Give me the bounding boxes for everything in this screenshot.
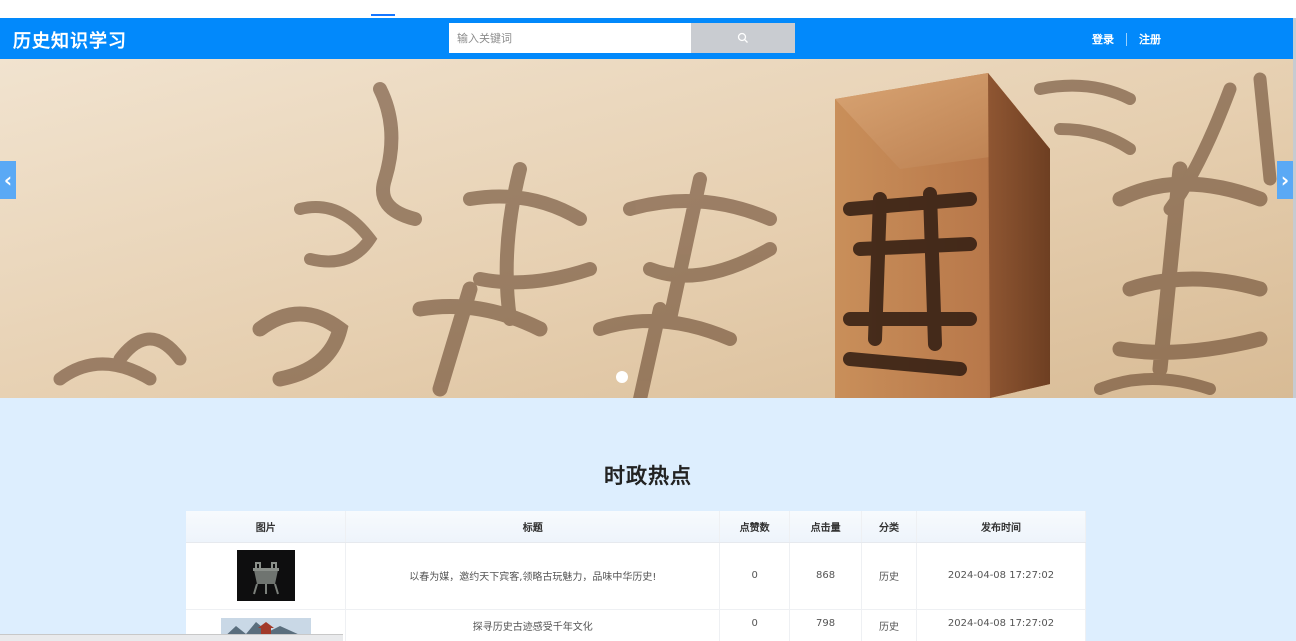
browser-status-bar bbox=[0, 634, 343, 641]
likes-cell: 0 bbox=[719, 542, 791, 610]
column-header: 图片 bbox=[186, 511, 347, 543]
carousel-prev-button[interactable]: ‹ bbox=[0, 161, 16, 199]
chevron-left-icon: ‹ bbox=[3, 168, 13, 192]
column-header: 分类 bbox=[861, 511, 918, 543]
login-link[interactable]: 登录 bbox=[1092, 31, 1114, 47]
title-cell[interactable]: 以春为媒，邀约天下宾客,领略古玩魅力，品味中华历史! bbox=[345, 542, 721, 610]
search-input[interactable] bbox=[449, 23, 691, 53]
banner-image bbox=[0, 59, 1293, 398]
clicks-cell: 868 bbox=[789, 542, 863, 610]
category-cell: 历史 bbox=[861, 609, 918, 641]
carousel-next-button[interactable]: › bbox=[1277, 161, 1293, 199]
published-cell: 2024-04-08 17:27:02 bbox=[916, 609, 1086, 641]
search-icon bbox=[737, 32, 748, 43]
bronze-vessel-thumbnail[interactable] bbox=[236, 550, 295, 601]
carousel-dot[interactable] bbox=[616, 371, 628, 383]
search-box bbox=[449, 23, 795, 53]
news-table: 图片 标题 点赞数 点击量 分类 发布时间 以春为媒，邀约天下宾客,领略古玩魅力… bbox=[186, 511, 1086, 641]
clicks-cell: 798 bbox=[789, 609, 863, 641]
image-cell bbox=[186, 542, 347, 610]
auth-links: 登录 注册 bbox=[1092, 31, 1161, 47]
site-brand[interactable]: 历史知识学习 bbox=[13, 27, 127, 53]
published-cell: 2024-04-08 17:27:02 bbox=[916, 542, 1086, 610]
section-title: 时政热点 bbox=[604, 464, 692, 488]
register-link[interactable]: 注册 bbox=[1139, 31, 1161, 47]
column-header[interactable]: 标题 bbox=[345, 511, 721, 543]
active-tab-indicator bbox=[371, 14, 395, 16]
hero-carousel[interactable]: ‹ › bbox=[0, 59, 1293, 398]
table-row[interactable]: 以春为媒，邀约天下宾客,领略古玩魅力，品味中华历史! 0 868 历史 2024… bbox=[186, 542, 1086, 610]
chevron-right-icon: › bbox=[1280, 168, 1290, 192]
auth-divider bbox=[1126, 32, 1127, 46]
search-button[interactable] bbox=[691, 23, 795, 53]
column-header[interactable]: 点击量 bbox=[789, 511, 863, 543]
browser-top-strip bbox=[0, 0, 1296, 18]
top-navbar: 历史知识学习 登录 注册 bbox=[0, 18, 1293, 59]
main-content: 时政热点 图片 标题 点赞数 点击量 分类 发布时间 以春为媒，邀约天下宾客,领… bbox=[0, 398, 1296, 641]
column-header[interactable]: 发布时间 bbox=[916, 511, 1086, 543]
title-cell[interactable]: 探寻历史古迹感受千年文化 bbox=[345, 609, 721, 641]
likes-cell: 0 bbox=[719, 609, 791, 641]
table-header-row: 图片 标题 点赞数 点击量 分类 发布时间 bbox=[186, 511, 1086, 543]
category-cell: 历史 bbox=[861, 542, 918, 610]
column-header[interactable]: 点赞数 bbox=[719, 511, 791, 543]
